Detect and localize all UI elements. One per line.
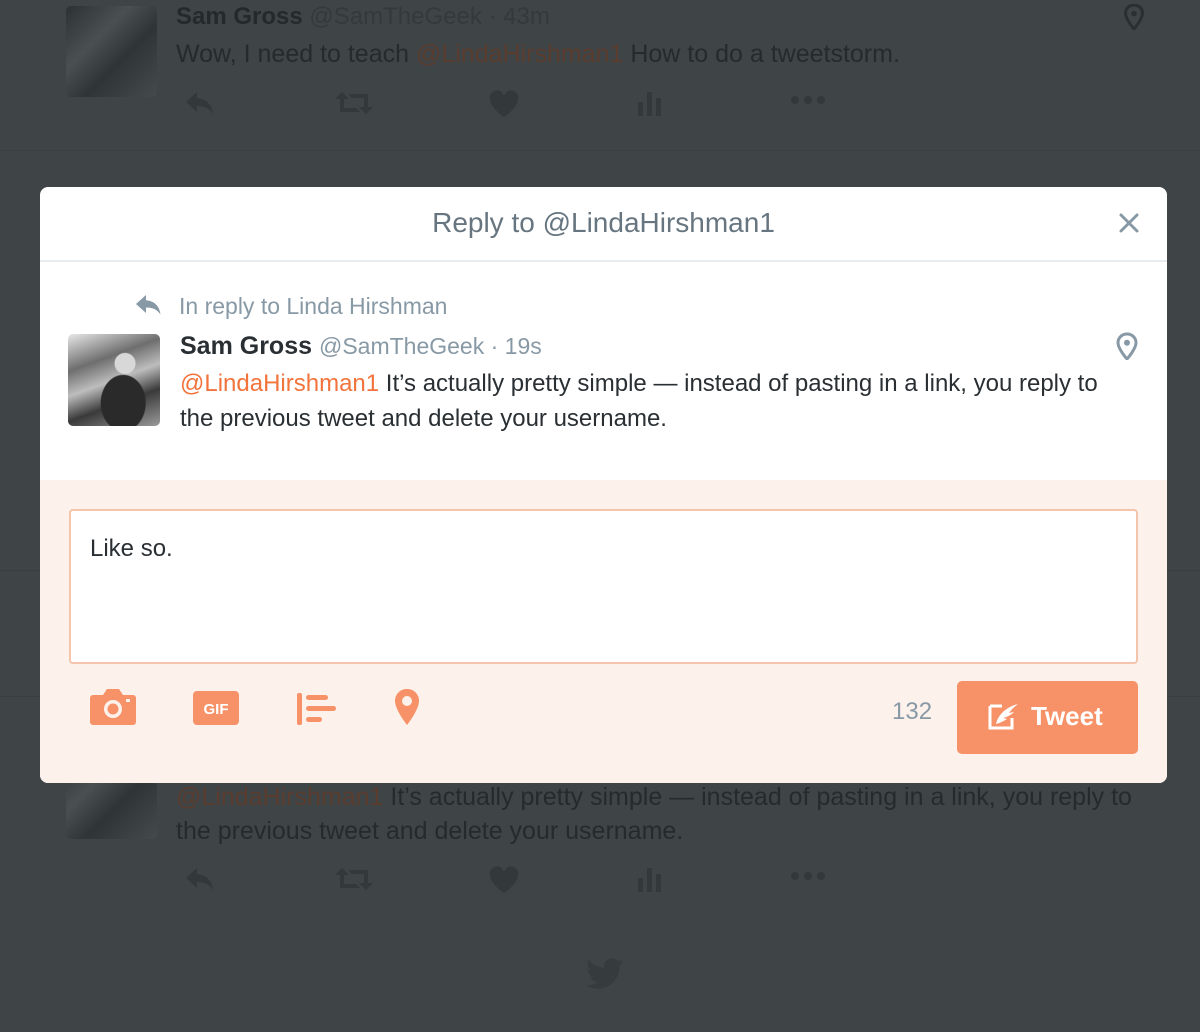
more-icon — [789, 866, 829, 906]
author-name: Sam Gross — [176, 3, 303, 30]
tweet-actions — [176, 90, 836, 130]
divider — [0, 150, 1200, 151]
camera-icon[interactable] — [89, 687, 137, 733]
retweet-icon — [334, 866, 374, 906]
gif-icon[interactable]: GIF — [192, 690, 240, 736]
author-handle: @SamTheGeek · 43m — [309, 3, 550, 30]
avatar[interactable] — [68, 334, 160, 426]
tweet-input-value: Like so. — [90, 535, 173, 562]
mention-link: @LindaHirshman1 — [176, 783, 384, 811]
tweet-actions — [176, 866, 836, 906]
tweet-button-label: Tweet — [1031, 701, 1103, 731]
retweet-icon — [334, 90, 374, 130]
reply-icon — [184, 90, 224, 130]
tweet-text: Wow, I need to teach @LindaHirshman1 How… — [176, 40, 900, 68]
tweet-text-input[interactable]: Like so. — [69, 509, 1138, 664]
location-icon[interactable] — [393, 687, 421, 733]
compose-tweet-icon — [987, 702, 1021, 737]
reply-dialog: Reply to @LindaHirshman1 In reply to Lin… — [40, 187, 1167, 783]
tweet-text: @LindaHirshman1 It’s actually pretty sim… — [176, 783, 1132, 845]
more-icon — [789, 90, 829, 130]
author-name[interactable]: Sam Gross — [180, 332, 312, 360]
reply-icon — [184, 866, 224, 906]
mention-link[interactable]: @LindaHirshman1 — [180, 370, 379, 397]
location-icon — [1116, 332, 1138, 365]
tweet-time[interactable]: · 19s — [491, 333, 542, 359]
dialog-title: Reply to @LindaHirshman1 — [432, 207, 775, 238]
analytics-icon — [636, 90, 676, 130]
poll-icon[interactable] — [296, 692, 338, 738]
like-icon — [488, 866, 528, 906]
tweet-text: @LindaHirshman1 It’s actually pretty sim… — [180, 370, 1098, 432]
analytics-icon — [636, 866, 676, 906]
avatar — [66, 6, 157, 97]
character-counter: 132 — [892, 698, 933, 725]
author-handle[interactable]: @SamTheGeek · 19s — [319, 333, 542, 359]
svg-text:GIF: GIF — [204, 701, 229, 718]
background-tweet-top: Sam Gross @SamTheGeek · 43m Wow, I need … — [0, 0, 1200, 150]
compose-area: Like so. GIF 132 Tweet — [40, 480, 1167, 783]
dialog-header: Reply to @LindaHirshman1 — [40, 187, 1167, 262]
close-icon[interactable] — [1117, 211, 1141, 235]
reply-icon — [134, 293, 164, 322]
tweet-author: Sam Gross @SamTheGeek · 43m — [176, 3, 550, 31]
tweet-button[interactable]: Tweet — [957, 681, 1138, 754]
like-icon — [488, 90, 528, 130]
reply-context-label: In reply to Linda Hirshman — [179, 293, 448, 319]
twitter-bird-icon — [586, 958, 624, 995]
location-icon — [1123, 3, 1145, 35]
mention-link: @LindaHirshman1 — [415, 40, 624, 68]
tweet-author[interactable]: Sam Gross @SamTheGeek · 19s — [180, 332, 542, 361]
